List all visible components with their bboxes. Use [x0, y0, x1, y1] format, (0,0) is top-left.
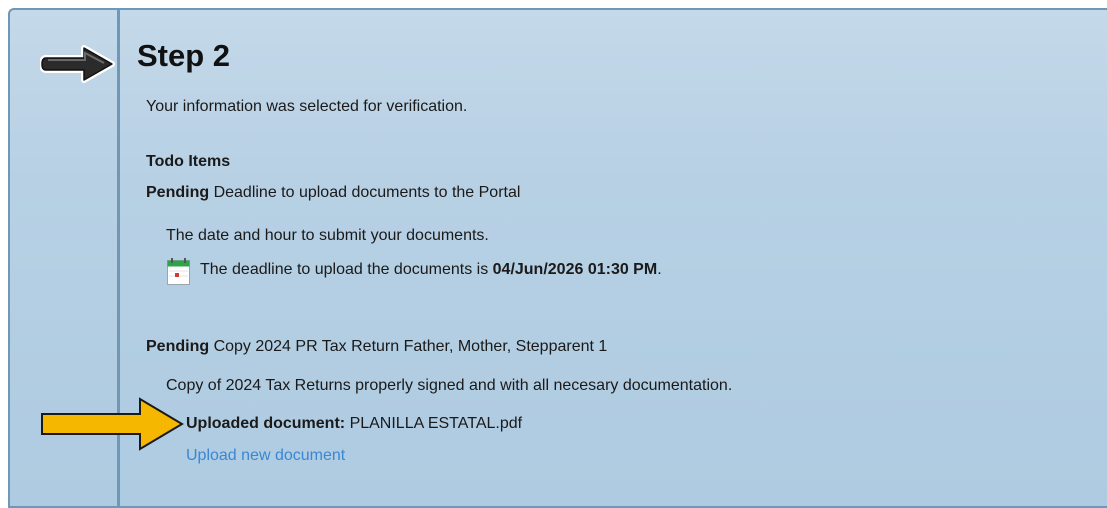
yellow-arrow-icon — [41, 397, 184, 451]
step-subtitle: Your information was selected for verifi… — [146, 98, 468, 115]
calendar-icon — [167, 258, 190, 285]
upload-new-document-link[interactable]: Upload new document — [186, 446, 345, 466]
status-pending: Pending — [146, 184, 210, 201]
todo-item-title: Deadline to upload documents to the Port… — [213, 184, 521, 201]
deadline-suffix: . — [657, 261, 662, 278]
right-arrow-icon — [40, 45, 115, 83]
uploaded-label: Uploaded document: — [186, 415, 346, 432]
deadline-line: The deadline to upload the documents is … — [200, 260, 662, 280]
status-pending: Pending — [146, 338, 210, 355]
todo-item-deadline: Pending Deadline to upload documents to … — [146, 183, 520, 203]
todo-item-title: Copy 2024 PR Tax Return Father, Mother, … — [213, 338, 608, 355]
step-title: Step 2 — [137, 38, 231, 73]
todo-heading: Todo Items — [146, 153, 231, 170]
uploaded-document-line: Uploaded document: PLANILLA ESTATAL.pdf — [186, 414, 522, 434]
todo-item-tax-return: Pending Copy 2024 PR Tax Return Father, … — [146, 337, 607, 357]
deadline-prefix: The deadline to upload the documents is — [200, 261, 493, 278]
todo-item-description: Copy of 2024 Tax Returns properly signed… — [166, 377, 733, 394]
deadline-value: 04/Jun/2026 01:30 PM — [492, 261, 658, 278]
uploaded-file-name: PLANILLA ESTATAL.pdf — [349, 415, 523, 432]
todo-item-description: The date and hour to submit your documen… — [166, 227, 489, 244]
